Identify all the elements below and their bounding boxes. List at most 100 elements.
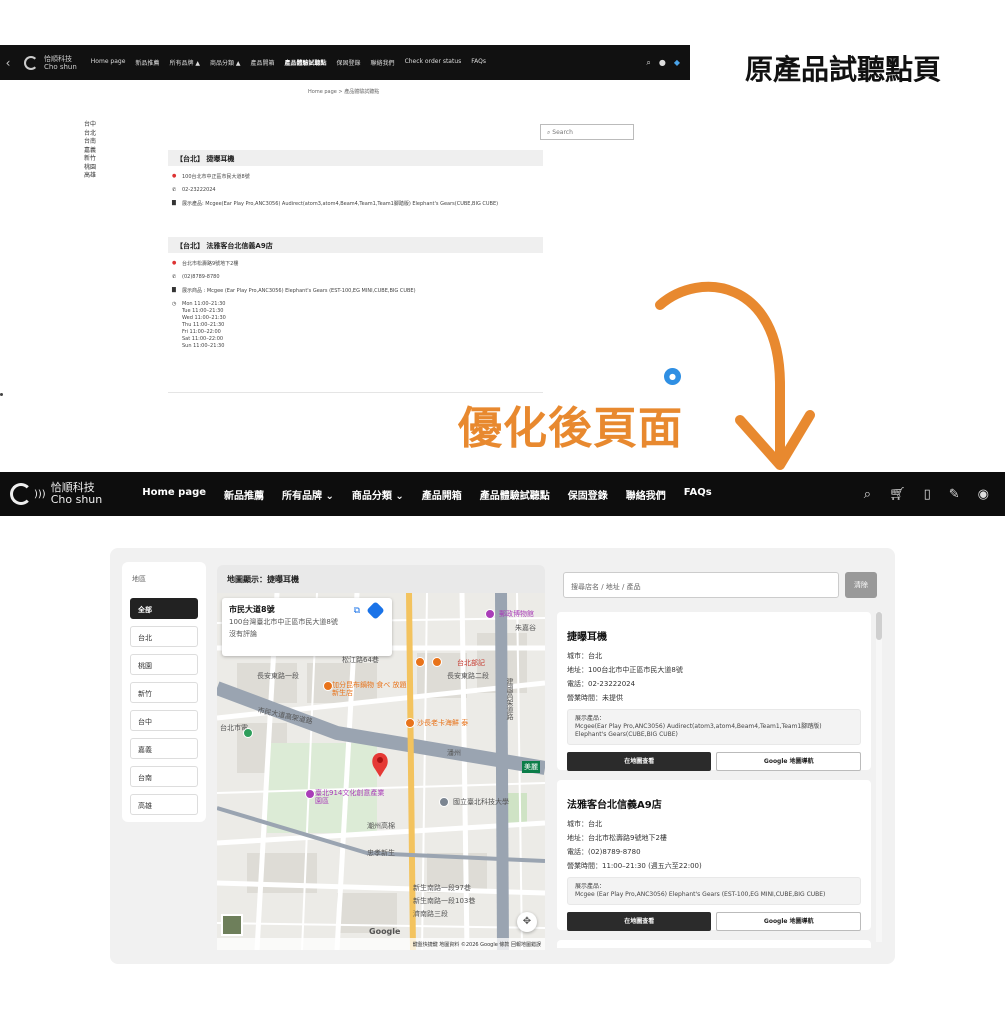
store-card: 捷曝耳機 城市：台北 地址：100台北市中正區市民大道8號 電話：02-2322… (557, 612, 871, 771)
store-phone: 電話：02-23222024 (567, 680, 636, 688)
old-nav-item[interactable]: FAQs (471, 58, 486, 67)
new-logo-en: Cho shun (50, 493, 103, 506)
old-nav-item[interactable]: 產品開箱 (251, 58, 275, 67)
old-store-title: 【台北】 法雅客台北信義A9店 (168, 237, 543, 253)
old-nav-item[interactable]: 所有品牌 ▲ (169, 58, 200, 67)
book-icon: ▇ (172, 200, 176, 206)
old-logo-en: Cho shun (44, 62, 77, 71)
view-on-map-button[interactable]: 在地圖查看 (567, 912, 712, 931)
region-button[interactable]: 桃園 (130, 654, 198, 675)
store-search-input[interactable]: 搜尋店名 / 地址 / 產品 (563, 572, 839, 598)
store-card: 法雅客台北信義A9店 城市：台北 地址：台北市松壽路9號地下2樓 電話：(02)… (557, 780, 871, 931)
restaurant-poi-icon[interactable] (323, 681, 333, 691)
open-external-icon[interactable]: ⧉ (354, 606, 360, 616)
view-on-map-button[interactable]: 在地圖查看 (567, 752, 712, 771)
old-breadcrumb: Home page > 產品體驗試聽點 (308, 89, 380, 95)
old-nav-item[interactable]: 新品推薦 (135, 58, 159, 67)
clock-icon: ◷ (172, 301, 177, 307)
logo-icon (10, 483, 32, 505)
embedded-map[interactable]: 郵政博物館 朱嘉谷 松江路64巷 台北部記 長安東路二段 加分昆布鍋物 食べ 放… (217, 593, 545, 950)
old-logo[interactable]: 恰順科技 Cho shun (24, 55, 77, 71)
old-city-list: 台中 台北 台南 嘉義 新竹 桃園 高雄 (84, 121, 96, 181)
region-button[interactable]: 台中 (130, 710, 198, 731)
old-city-link[interactable]: 台中 (84, 121, 96, 130)
region-button[interactable]: 台北 (130, 626, 198, 647)
culture-poi-icon[interactable] (305, 789, 315, 799)
nav-item-categories[interactable]: 商品分類 ⌄ (352, 487, 404, 502)
store-phone: 電話：(02)8789-8780 (567, 848, 641, 856)
nav-item-new[interactable]: 新品推薦 (224, 487, 264, 502)
park-poi-icon[interactable] (243, 728, 253, 738)
clear-button[interactable]: 清除 (845, 572, 877, 598)
location-pin-icon: ● (172, 260, 177, 266)
region-button[interactable]: 嘉義 (130, 738, 198, 759)
before-label: 原產品試聽點頁 (745, 53, 942, 86)
nav-item-experience[interactable]: 產品體驗試聽點 (480, 487, 550, 502)
cart-icon[interactable]: 🛒︎ (889, 487, 906, 502)
store-address: 地址：台北市松壽路9號地下2樓 (567, 834, 667, 842)
nav-item-unboxing[interactable]: 產品開箱 (422, 487, 462, 502)
old-nav-item[interactable]: 保固登錄 (337, 58, 361, 67)
old-city-link[interactable]: 嘉義 (84, 147, 96, 156)
store-address: 地址：100台北市中正區市民大道8號 (567, 666, 683, 674)
edit-icon[interactable]: ✎ (949, 487, 960, 502)
search-icon[interactable]: ⌕ (864, 487, 871, 502)
google-navigate-button[interactable]: Google 地圖導航 (716, 752, 861, 771)
cart-icon[interactable]: ◆ (674, 58, 680, 68)
store-list-scrollbar[interactable] (876, 612, 882, 942)
restaurant-poi-icon[interactable] (432, 657, 442, 667)
old-city-link[interactable]: 台北 (84, 130, 96, 139)
old-city-link[interactable]: 新竹 (84, 155, 96, 164)
region-button-active[interactable]: 全部 (130, 598, 198, 619)
store-name: 法雅客台北信義A9店 (567, 800, 662, 811)
document-icon[interactable]: ▯ (924, 487, 931, 502)
account-icon[interactable]: ◉ (978, 487, 989, 502)
museum-poi-icon[interactable] (485, 609, 495, 619)
scrollbar-thumb[interactable] (876, 612, 882, 640)
store-hours: 營業時間：未提供 (567, 694, 623, 702)
old-city-link[interactable]: 桃園 (84, 164, 96, 173)
edge-dot (0, 393, 3, 396)
nav-item-brands[interactable]: 所有品牌 ⌄ (282, 487, 334, 502)
old-search-input[interactable]: ⌕ Search (540, 124, 634, 140)
old-store-entry: 【台北】 法雅客台北信義A9店 ● 台北市松壽路9號地下2樓 ✆ (02)8789-… (168, 237, 543, 350)
map-attribution: 鍵盤快捷鍵 地圖資料 ©2026 Google 條款 回報地圖錯誤 (217, 938, 545, 950)
old-store-title: 【台北】 捷曝耳機 (168, 150, 543, 166)
google-navigate-button[interactable]: Google 地圖導航 (716, 912, 861, 931)
after-label: 優化後頁面 (458, 403, 683, 454)
old-nav-item[interactable]: Home page (91, 58, 126, 67)
old-nav-item[interactable]: 商品分類 ▲ (210, 58, 241, 67)
region-title: 地區 (132, 575, 146, 583)
nav-item-faqs[interactable]: FAQs (684, 487, 712, 502)
user-icon[interactable]: ● (659, 58, 666, 68)
old-city-link[interactable]: 高雄 (84, 172, 96, 181)
store-city: 城市：台北 (567, 820, 602, 828)
restaurant-poi-icon[interactable] (405, 718, 415, 728)
store-city: 城市：台北 (567, 652, 602, 660)
new-nav-menu: Home page 新品推薦 所有品牌 ⌄ 商品分類 ⌄ 產品開箱 產品體驗試聽… (142, 487, 711, 502)
nav-item-contact[interactable]: 聯絡我們 (626, 487, 666, 502)
region-button[interactable]: 新竹 (130, 682, 198, 703)
old-nav-item-active[interactable]: 產品體驗試聽點 (285, 58, 327, 67)
restaurant-poi-icon[interactable] (415, 657, 425, 667)
map-card-reviews: 沒有評論 (229, 630, 257, 638)
old-nav-item[interactable]: Check order status (405, 58, 462, 67)
map-header: 地圖顯示：捷曝耳機 (217, 565, 545, 593)
school-poi-icon[interactable] (439, 797, 449, 807)
satellite-toggle[interactable] (221, 914, 243, 936)
map-card-address: 100台灣臺北市中正區市民大道8號 (229, 618, 338, 626)
search-icon[interactable]: ⌕ (646, 58, 650, 68)
new-logo[interactable]: ))) 恰順科技 Cho shun (10, 482, 102, 506)
region-button[interactable]: 台南 (130, 766, 198, 787)
nav-item-warranty[interactable]: 保固登錄 (568, 487, 608, 502)
store-products: 展示產品： Mcgee(Ear Play Pro,ANC3056) Audire… (567, 709, 861, 745)
old-city-link[interactable]: 台南 (84, 138, 96, 147)
region-button[interactable]: 高雄 (130, 794, 198, 815)
nav-item-home[interactable]: Home page (142, 487, 206, 502)
location-pin-icon: ● (172, 173, 177, 179)
back-arrow-icon[interactable]: ‹ (0, 56, 16, 70)
recenter-icon[interactable]: ✥ (517, 912, 537, 932)
old-nav-item[interactable]: 聯絡我們 (371, 58, 395, 67)
store-products: 展示產品： Mcgee (Ear Play Pro,ANC3056) Eleph… (567, 877, 861, 905)
old-logo-cn: 恰順科技 (44, 54, 72, 63)
